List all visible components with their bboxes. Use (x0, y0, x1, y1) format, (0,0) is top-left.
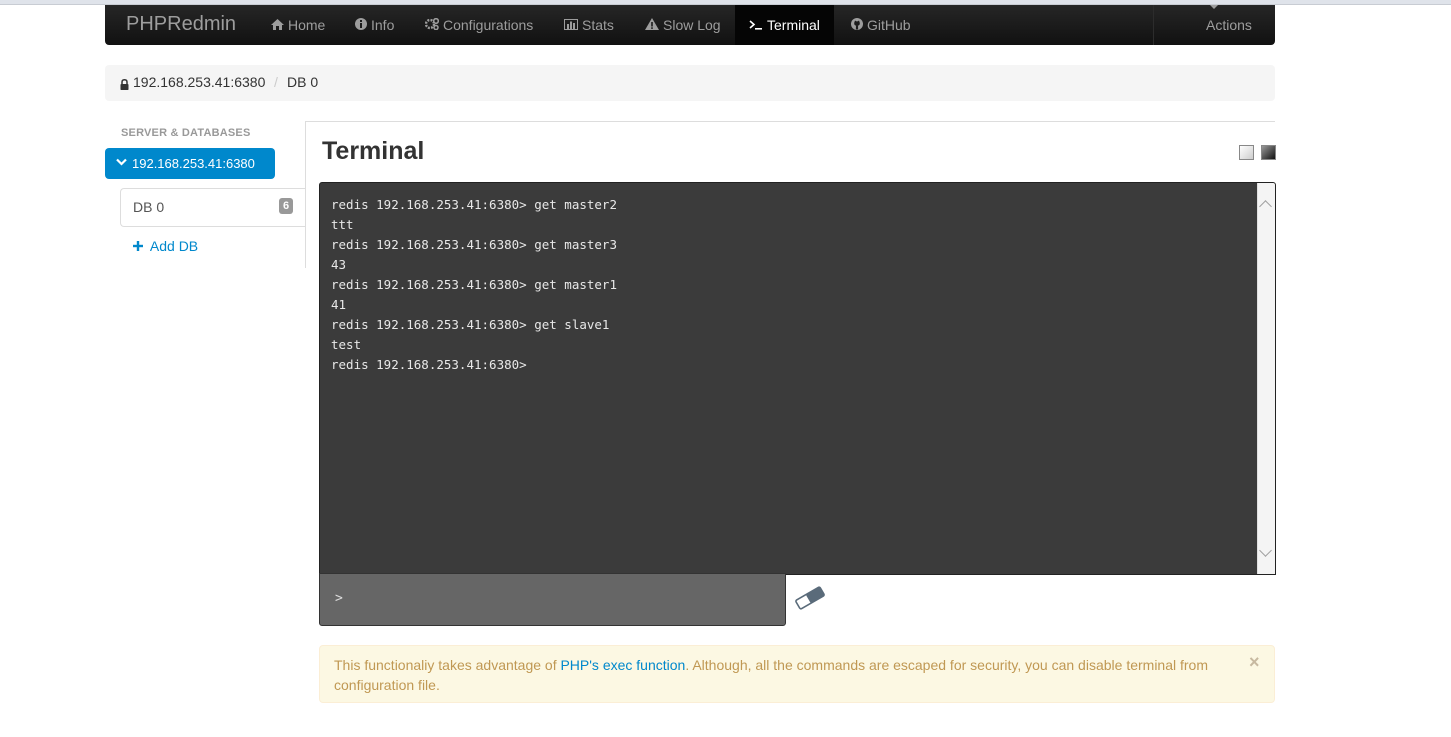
dark-theme-button[interactable] (1261, 145, 1276, 160)
terminal-lines: redis 192.168.253.41:6380> get master2 tt… (331, 195, 617, 375)
terminal-line: redis 192.168.253.41:6380> get slave1 (331, 317, 610, 332)
sidebar-divider (305, 121, 306, 268)
nav-info[interactable]: Info (355, 5, 394, 45)
breadcrumb-server[interactable]: 192.168.253.41:6380 (133, 74, 265, 90)
terminal-scrollbar[interactable] (1257, 183, 1275, 574)
alert-text: This functionaliy takes advantage of PHP… (334, 655, 1224, 695)
breadcrumb-separator: / (274, 74, 278, 90)
add-db-link[interactable]: Add DB (133, 238, 198, 254)
exec-warning-alert: This functionaliy takes advantage of PHP… (319, 645, 1275, 703)
close-icon[interactable]: × (1249, 652, 1260, 672)
content-divider (305, 121, 1275, 122)
terminal-line: redis 192.168.253.41:6380> get master3 (331, 237, 617, 252)
terminal-line: ttt (331, 217, 354, 232)
terminal-line: 43 (331, 257, 347, 272)
nav-slow-log-label: Slow Log (663, 17, 721, 33)
info-icon (355, 6, 367, 46)
terminal-line: test (331, 337, 362, 352)
terminal-line: redis 192.168.253.41:6380> get master1 (331, 277, 617, 292)
sidebar-server-label: 192.168.253.41:6380 (132, 156, 255, 171)
nav-slow-log[interactable]: Slow Log (645, 5, 721, 45)
brand-link[interactable]: PHPRedmin (126, 13, 236, 36)
plus-icon (133, 238, 147, 254)
actions-dropdown[interactable]: Actions (1153, 5, 1276, 45)
eraser-icon[interactable] (793, 586, 827, 610)
sidebar-header: SERVER & DATABASES (121, 127, 251, 139)
scroll-down-icon[interactable] (1259, 544, 1272, 557)
chevron-down-icon (116, 148, 127, 179)
nav-stats-label: Stats (582, 17, 614, 33)
terminal-line: redis 192.168.253.41:6380> get master2 (331, 197, 617, 212)
breadcrumb-db: DB 0 (287, 74, 319, 90)
nav-github-label: GitHub (867, 17, 911, 33)
navbar: PHPRedmin Home Info Configurations Stats… (105, 5, 1275, 45)
nav-terminal[interactable]: Terminal (735, 5, 834, 45)
caret-down-icon (1210, 5, 1218, 9)
terminal-icon (749, 6, 763, 46)
page-title: Terminal (322, 137, 425, 165)
db-key-count-badge: 6 (279, 198, 294, 214)
input-prompt: > (335, 591, 343, 606)
github-icon (851, 6, 863, 46)
scroll-up-icon[interactable] (1259, 200, 1272, 213)
nav-github[interactable]: GitHub (851, 5, 911, 45)
terminal-line: 41 (331, 297, 347, 312)
nav-info-label: Info (371, 17, 395, 33)
php-exec-link[interactable]: PHP's exec function (560, 657, 685, 673)
breadcrumb: 192.168.253.41:6380 / DB 0 (105, 65, 1275, 101)
nav-terminal-label: Terminal (767, 17, 820, 33)
terminal-command-input[interactable]: > (319, 573, 786, 626)
nav-home-label: Home (288, 17, 326, 33)
nav-configurations-label: Configurations (443, 17, 534, 33)
alert-text-before: This functionaliy takes advantage of (334, 657, 561, 673)
home-icon (271, 6, 284, 46)
actions-label: Actions (1206, 17, 1252, 33)
warning-icon (645, 6, 659, 46)
sidebar-server-item[interactable]: 192.168.253.41:6380 (105, 148, 275, 179)
terminal-output[interactable]: redis 192.168.253.41:6380> get master2 tt… (319, 182, 1276, 575)
add-db-label: Add DB (149, 238, 199, 254)
nav-stats[interactable]: Stats (564, 5, 614, 45)
cogs-icon (424, 6, 440, 46)
nav-home[interactable]: Home (271, 5, 325, 45)
bar-chart-icon (564, 6, 578, 46)
nav-configurations[interactable]: Configurations (424, 5, 534, 46)
light-theme-button[interactable] (1239, 145, 1254, 160)
terminal-line: redis 192.168.253.41:6380> (331, 357, 527, 372)
lock-icon (120, 77, 129, 93)
sidebar-db-label: DB 0 (133, 199, 165, 215)
sidebar-item-db0[interactable]: DB 0 6 (120, 188, 306, 227)
